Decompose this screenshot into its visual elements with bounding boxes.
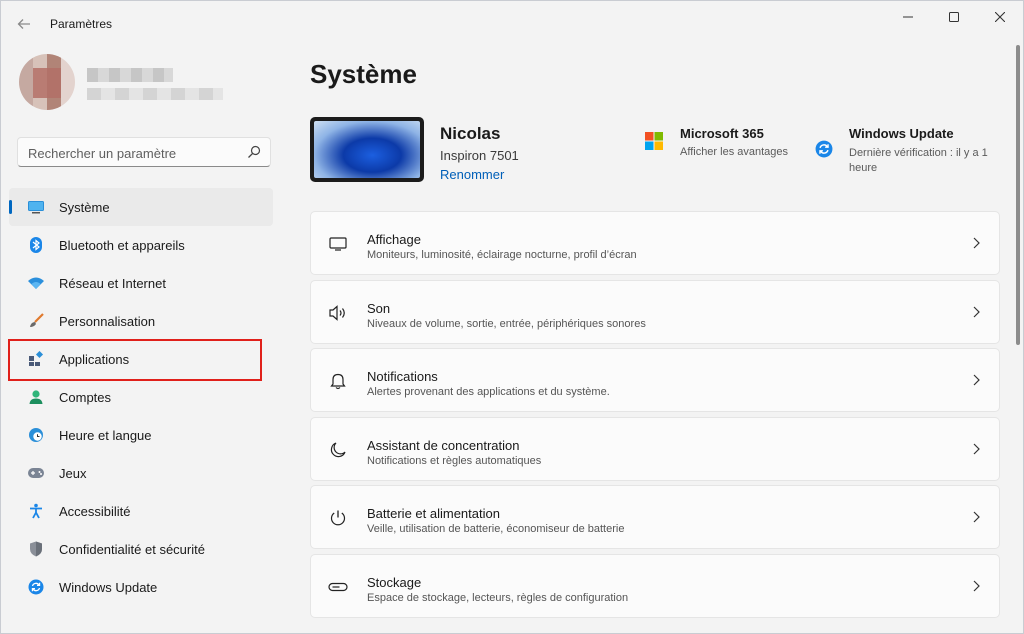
shield-icon — [27, 540, 45, 558]
card-subtitle: Moniteurs, luminosité, éclairage nocturn… — [367, 249, 637, 261]
sidebar-item-confidentialite[interactable]: Confidentialité et sécurité — [9, 530, 273, 568]
card-title: Son — [367, 300, 391, 316]
card-affichage[interactable]: Affichage Moniteurs, luminosité, éclaira… — [310, 211, 1000, 275]
minimize-icon — [903, 16, 913, 18]
card-title: Assistant de concentration — [367, 437, 520, 453]
chevron-right-icon — [973, 511, 980, 523]
card-subtitle: Espace de stockage, lecteurs, règles de … — [367, 591, 629, 604]
chevron-right-icon — [973, 443, 980, 454]
display-icon — [27, 198, 45, 216]
moon-icon — [328, 440, 348, 460]
sidebar-item-label: Système — [59, 199, 110, 215]
sidebar-item-reseau[interactable]: Réseau et Internet — [9, 264, 273, 302]
sidebar-item-label: Confidentialité et sécurité — [59, 541, 205, 557]
avatar[interactable] — [19, 54, 75, 110]
person-icon — [27, 388, 45, 406]
chevron-right-icon — [973, 237, 980, 249]
power-icon — [328, 508, 348, 528]
sidebar-item-bluetooth[interactable]: Bluetooth et appareils — [9, 226, 273, 264]
gamepad-icon — [27, 464, 45, 482]
sidebar-item-label: Personnalisation — [59, 313, 156, 329]
chevron-right-icon — [973, 374, 980, 386]
globe-clock-icon — [27, 426, 45, 444]
search-input[interactable]: Rechercher un paramètre — [28, 146, 176, 161]
card-title: Notifications — [367, 369, 438, 384]
device-model: Inspiron 7501 — [440, 148, 519, 163]
card-title: Stockage — [367, 574, 422, 590]
title-bar: Paramètres — [1, 1, 1023, 45]
back-arrow-icon — [17, 19, 30, 29]
settings-window: Paramètres Rechercher un paramètre Systè… — [0, 0, 1024, 634]
ms365-title[interactable]: Microsoft 365 — [680, 126, 764, 141]
sidebar-item-windows-update[interactable]: Windows Update — [9, 568, 273, 606]
wallpaper-image — [314, 121, 420, 178]
close-icon — [995, 12, 1005, 22]
card-notifications[interactable]: Notifications Alertes provenant des appl… — [310, 348, 1000, 412]
maximize-icon — [949, 12, 959, 22]
sidebar-item-personnalisation[interactable]: Personnalisation — [9, 302, 273, 340]
sidebar-item-label: Heure et langue — [59, 427, 152, 443]
minimize-button[interactable] — [885, 1, 931, 33]
storage-icon — [328, 577, 348, 597]
rename-link[interactable]: Renommer — [440, 167, 504, 182]
settings-cards-list: Affichage Moniteurs, luminosité, éclaira… — [310, 211, 1000, 622]
sidebar-item-label: Comptes — [59, 389, 112, 405]
monitor-icon — [328, 234, 348, 254]
speaker-icon — [328, 303, 348, 323]
card-assistant-concentration[interactable]: Assistant de concentration Notifications… — [310, 416, 1000, 481]
sidebar-item-label: Réseau et Internet — [59, 275, 166, 291]
sidebar-item-jeux[interactable]: Jeux — [9, 454, 273, 492]
maximize-button[interactable] — [931, 1, 977, 33]
card-title: Affichage — [367, 232, 421, 247]
sidebar-item-label: Accessibilité — [59, 503, 131, 519]
chevron-right-icon — [973, 306, 980, 317]
wifi-icon — [27, 274, 45, 292]
sidebar-item-label: Bluetooth et appareils — [59, 237, 185, 253]
microsoft-logo-icon — [645, 132, 663, 150]
windows-update-title[interactable]: Windows Update — [849, 126, 954, 141]
avatar-image — [19, 54, 75, 110]
card-subtitle: Notifications et règles automatiques — [367, 454, 542, 467]
card-subtitle: Veille, utilisation de batterie, économi… — [367, 523, 625, 535]
card-son[interactable]: Son Niveaux de volume, sortie, entrée, p… — [310, 279, 1000, 344]
sidebar-item-comptes[interactable]: Comptes — [9, 378, 273, 416]
card-title: Batterie et alimentation — [367, 506, 500, 521]
sidebar-item-systeme[interactable]: Système — [9, 188, 273, 226]
applications-highlight-box — [8, 339, 262, 381]
card-stockage[interactable]: Stockage Espace de stockage, lecteurs, r… — [310, 553, 1000, 618]
device-thumbnail — [310, 117, 424, 182]
profile-email-redacted — [87, 88, 223, 100]
paintbrush-icon — [27, 312, 45, 330]
scrollbar[interactable] — [1016, 45, 1020, 345]
sidebar-item-accessibilite[interactable]: Accessibilité — [9, 492, 273, 530]
windows-update-subtitle[interactable]: Dernière vérification : il y a 1 heure — [849, 146, 999, 176]
bluetooth-icon — [27, 236, 45, 254]
close-button[interactable] — [977, 1, 1023, 33]
search-icon[interactable] — [246, 144, 262, 160]
sync-icon — [815, 140, 833, 158]
card-batterie[interactable]: Batterie et alimentation Veille, utilisa… — [310, 485, 1000, 549]
profile-name-redacted — [87, 68, 173, 82]
ms365-subtitle[interactable]: Afficher les avantages — [680, 146, 788, 158]
card-subtitle: Alertes provenant des applications et du… — [367, 386, 610, 398]
chevron-right-icon — [973, 580, 980, 591]
search-box[interactable]: Rechercher un paramètre — [17, 137, 271, 167]
app-title: Paramètres — [50, 17, 113, 31]
sync-icon — [27, 578, 45, 596]
sidebar-item-heure[interactable]: Heure et langue — [9, 416, 273, 454]
accessibility-icon — [27, 502, 45, 520]
sidebar-item-label: Jeux — [59, 465, 87, 481]
page-title: Système — [310, 59, 417, 89]
back-button[interactable] — [11, 12, 37, 36]
sidebar-item-label: Windows Update — [59, 579, 158, 595]
card-subtitle: Niveaux de volume, sortie, entrée, périp… — [367, 317, 646, 330]
bell-icon — [328, 371, 348, 391]
sidebar-nav: Système Bluetooth et appareils Réseau et… — [9, 188, 273, 606]
device-name: Nicolas — [440, 124, 501, 143]
